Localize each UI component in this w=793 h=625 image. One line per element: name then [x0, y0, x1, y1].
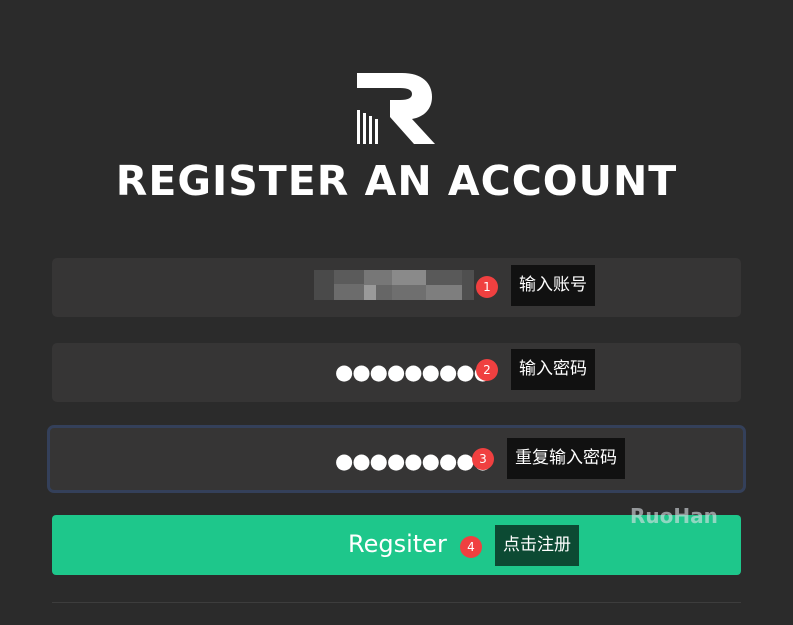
username-value-masked	[314, 270, 474, 300]
confirm-password-value: ●●●●●●●●●	[335, 449, 492, 473]
password-value: ●●●●●●●●●	[335, 360, 492, 384]
step-marker-2: 2	[476, 359, 498, 381]
tooltip-password: 输入密码	[511, 349, 595, 390]
step-marker-4: 4	[460, 536, 482, 558]
step-marker-3: 3	[472, 448, 494, 470]
brand-logo	[357, 73, 435, 144]
password-field[interactable]: ●●●●●●●●●	[52, 343, 741, 402]
page-title: REGISTER AN ACCOUNT	[115, 157, 678, 205]
divider	[52, 602, 741, 603]
tooltip-confirm-password: 重复输入密码	[507, 438, 625, 479]
step-marker-1: 1	[476, 276, 498, 298]
username-field[interactable]	[52, 258, 741, 317]
register-button-label: Regsiter	[348, 530, 447, 558]
watermark-text: RuoHan	[630, 504, 718, 528]
tooltip-username: 输入账号	[511, 265, 595, 306]
confirm-password-field[interactable]: ●●●●●●●●●	[47, 425, 746, 493]
tooltip-register: 点击注册	[495, 525, 579, 566]
